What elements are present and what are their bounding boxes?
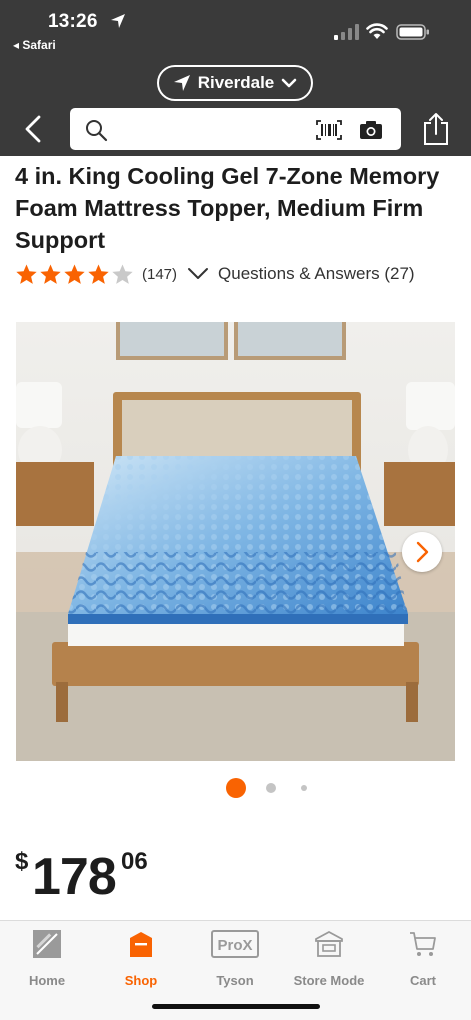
tab-shop-label: Shop [124,973,158,988]
store-icon [315,930,343,957]
star-filled-icon [40,263,61,284]
review-count[interactable]: (147) [142,266,177,283]
home-depot-logo-icon [33,930,61,958]
location-arrow-icon [173,75,190,91]
back-chevron-icon[interactable] [20,114,48,144]
product-title: 4 in. King Cooling Gel 7-Zone Memory Foa… [15,163,440,253]
back-to-safari[interactable]: ◂ Safari [13,38,56,52]
location-arrow-icon [111,14,125,28]
search-bar[interactable] [70,108,401,150]
search-icon [86,120,108,142]
camera-icon[interactable] [359,120,383,140]
pagination-dot[interactable] [266,783,276,793]
share-icon[interactable] [422,112,450,146]
prox-icon: ProX [211,930,259,958]
tab-home-label: Home [28,973,66,988]
store-location-selector[interactable]: Riverdale [157,65,313,101]
star-filled-icon [64,263,85,284]
chevron-down-icon[interactable] [187,267,209,281]
cart-icon [410,932,436,956]
star-filled-icon [88,263,109,284]
star-empty-icon [112,263,133,284]
shop-icon [130,932,152,957]
tab-cart[interactable]: Cart [376,929,470,989]
tab-prox[interactable]: ProX Tyson [188,929,282,989]
home-indicator [152,1004,320,1009]
tab-prox-label: Tyson [216,973,254,988]
gallery-pagination-dots[interactable] [0,776,471,800]
pagination-dot[interactable] [301,785,307,791]
tab-cart-label: Cart [409,973,436,988]
product-content: 4 in. King Cooling Gel 7-Zone Memory Foa… [0,156,471,971]
price-cents: 06 [121,848,148,875]
cellular-signal-icon [334,24,359,40]
product-photo-illustration [16,322,455,761]
status-time: 13:26 [48,11,98,32]
pagination-dot-active[interactable] [226,778,246,798]
rating-row[interactable]: (147) Questions & Answers (27) [15,262,415,286]
navigation-row [0,106,471,152]
star-filled-icon [16,263,37,284]
mattress-topper-photo[interactable] [16,322,455,761]
store-location-label: Riverdale [197,73,275,92]
tab-home[interactable]: Home [0,929,94,989]
tab-shop[interactable]: Shop [94,929,188,989]
price-currency: $ [15,848,29,875]
tab-store-mode[interactable]: Store Mode [282,929,376,989]
gallery-next-button[interactable] [402,532,442,572]
wifi-icon [366,23,388,39]
star-rating [15,263,134,286]
price-dollars: 178 [32,848,117,906]
search-input[interactable] [114,114,338,146]
battery-icon [396,24,429,40]
svg-text:ProX: ProX [217,937,252,954]
tab-store-mode-label: Store Mode [293,973,365,988]
price-section: $ 178 06 [0,838,471,920]
status-bar: 13:26 ◂ Safari [0,0,471,56]
barcode-scan-icon[interactable] [316,120,342,140]
questions-answers-link[interactable]: Questions & Answers (27) [218,264,415,284]
chevron-down-icon [281,78,297,88]
